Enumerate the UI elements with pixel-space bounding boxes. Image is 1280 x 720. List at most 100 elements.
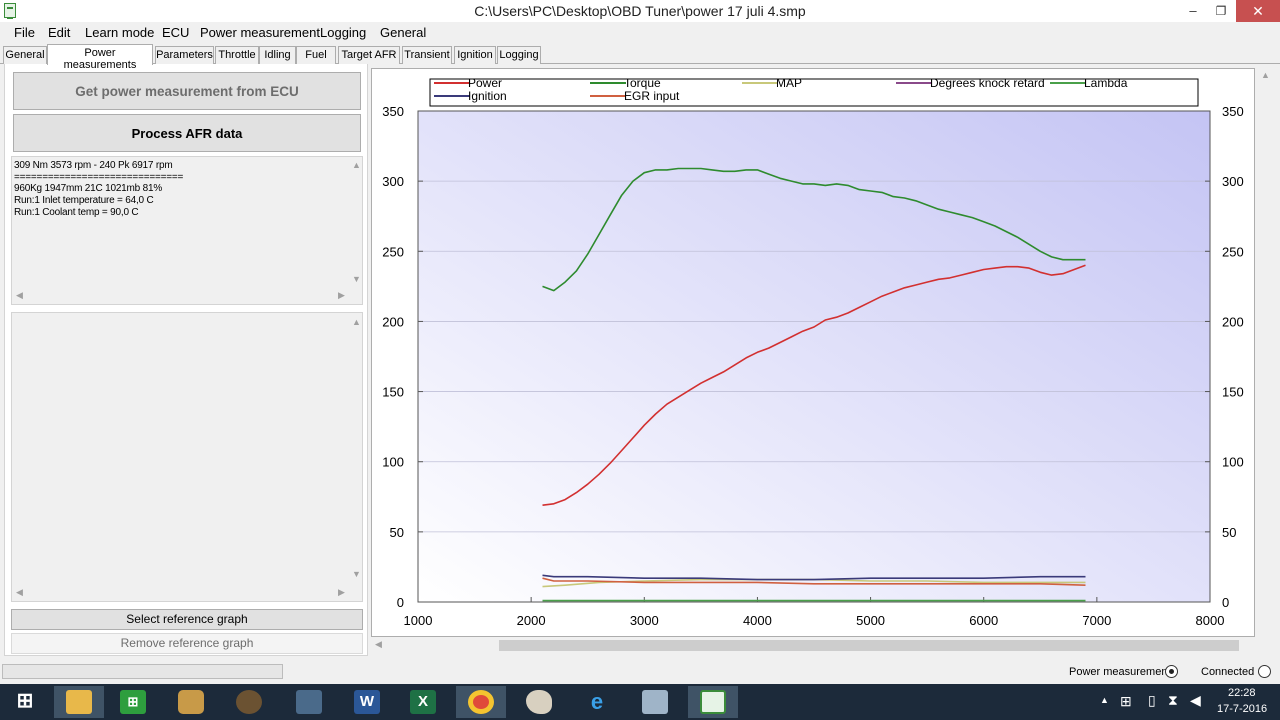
menu-edit[interactable]: Edit xyxy=(48,25,70,40)
title-bar: C:\Users\PC\Desktop\OBD Tuner\power 17 j… xyxy=(0,0,1280,22)
legend-label: EGR input xyxy=(624,89,680,103)
clock-date[interactable]: 17-7-2016 xyxy=(1217,703,1267,715)
tab-parameters[interactable]: Parameters xyxy=(155,46,214,64)
tab-target-afr[interactable]: Target AFR xyxy=(338,46,400,64)
chrome-icon[interactable] xyxy=(456,686,506,718)
scroll-down-icon[interactable]: ▼ xyxy=(352,274,361,284)
info-textbox[interactable]: 309 Nm 3573 rpm - 240 Pk 6917 rpm ======… xyxy=(11,156,363,305)
menu-logging[interactable]: Logging xyxy=(320,25,366,40)
legend-label: Degrees knock retard xyxy=(930,76,1045,90)
x-tick-label: 6000 xyxy=(969,613,998,628)
reference-list[interactable]: ▲ ▼ ◀ ▶ xyxy=(11,312,363,602)
y-tick-label-left: 350 xyxy=(382,104,404,119)
calculator-icon[interactable] xyxy=(630,686,680,718)
x-tick-label: 8000 xyxy=(1196,613,1225,628)
process-afr-button[interactable]: Process AFR data xyxy=(13,114,361,152)
x-tick-label: 2000 xyxy=(517,613,546,628)
y-tick-label-left: 150 xyxy=(382,385,404,400)
y-tick-label-right: 50 xyxy=(1222,525,1236,540)
y-tick-label-left: 300 xyxy=(382,174,404,189)
x-tick-label: 3000 xyxy=(630,613,659,628)
y-tick-label-right: 200 xyxy=(1222,314,1244,329)
y-tick-label-right: 100 xyxy=(1222,455,1244,470)
battery-icon[interactable]: ▯ xyxy=(1148,692,1156,709)
scroll-right-icon[interactable]: ▶ xyxy=(338,587,345,598)
info-line: 960Kg 1947mm 21C 1021mb 81% xyxy=(14,183,163,194)
scrollbar-thumb[interactable] xyxy=(499,640,1239,651)
select-reference-graph-button[interactable]: Select reference graph xyxy=(11,609,363,630)
y-tick-label-left: 100 xyxy=(382,455,404,470)
chart-horizontal-scrollbar[interactable]: ◀ xyxy=(371,637,1255,654)
tray-expand-icon[interactable]: ▲ xyxy=(1100,695,1109,705)
tab-throttle[interactable]: Throttle xyxy=(215,46,259,64)
power-chart[interactable]: Power Torque MAP Degrees knock retard Lambda… xyxy=(371,68,1255,637)
y-tick-label-left: 250 xyxy=(382,244,404,259)
x-tick-label: 7000 xyxy=(1082,613,1111,628)
info-line: 309 Nm 3573 rpm - 240 Pk 6917 rpm xyxy=(14,160,173,171)
scroll-up-icon[interactable]: ▲ xyxy=(1261,70,1270,80)
paint-icon[interactable] xyxy=(514,686,564,718)
tab-power-measurements[interactable]: Power measurements xyxy=(47,44,153,71)
tab-transient[interactable]: Transient xyxy=(402,46,452,64)
network-icon[interactable]: ⊞ xyxy=(1120,693,1132,710)
chart-vertical-scrollbar[interactable]: ▲ xyxy=(1257,68,1274,637)
word-icon[interactable]: W xyxy=(342,686,392,718)
excel-icon[interactable]: X xyxy=(398,686,448,718)
tab-fuel[interactable]: Fuel xyxy=(296,46,336,64)
network-signal-icon[interactable]: ⧗ xyxy=(1168,692,1178,709)
y-tick-label-left: 0 xyxy=(397,595,404,610)
legend-label: Power xyxy=(468,76,502,90)
menu-bar: File Edit Learn mode ECU Power measureme… xyxy=(0,22,1280,44)
menu-general[interactable]: General xyxy=(380,25,426,40)
tab-logging[interactable]: Logging xyxy=(497,46,541,64)
menu-file[interactable]: File xyxy=(14,25,35,40)
scroll-up-icon[interactable]: ▲ xyxy=(352,160,361,170)
legend-label: Torque xyxy=(624,76,661,90)
connected-radio[interactable] xyxy=(1258,665,1271,678)
y-tick-label-right: 0 xyxy=(1222,595,1229,610)
info-line: Run:1 Coolant temp = 90,0 C xyxy=(14,207,139,218)
file-explorer-icon[interactable] xyxy=(54,686,104,718)
tab-general[interactable]: General xyxy=(3,46,47,64)
maximize-button[interactable]: ❐ xyxy=(1206,0,1236,22)
tab-ignition[interactable]: Ignition xyxy=(454,46,496,64)
menu-power-measurement[interactable]: Power measurement xyxy=(200,25,320,40)
obd-tuner-icon[interactable] xyxy=(688,686,738,718)
x-tick-label: 5000 xyxy=(856,613,885,628)
left-panel: Get power measurement from ECU Process A… xyxy=(4,64,368,656)
y-tick-label-left: 200 xyxy=(382,314,404,329)
x-tick-label: 4000 xyxy=(743,613,772,628)
scroll-down-icon[interactable]: ▼ xyxy=(352,569,361,579)
power-measurement-radio[interactable] xyxy=(1165,665,1178,678)
scroll-right-icon[interactable]: ▶ xyxy=(338,290,345,301)
document-app-icon[interactable] xyxy=(284,686,334,718)
y-tick-label-left: 50 xyxy=(390,525,404,540)
status-bar: Power measurement Connected xyxy=(0,660,1280,684)
remove-reference-graph-button[interactable]: Remove reference graph xyxy=(11,633,363,654)
close-button[interactable]: ✕ xyxy=(1236,0,1280,22)
tab-idling[interactable]: Idling xyxy=(259,46,296,64)
clock-time[interactable]: 22:28 xyxy=(1228,687,1256,699)
scroll-left-icon[interactable]: ◀ xyxy=(375,639,382,650)
taskbar: ⊞ ⊞ W X e ▲ ⊞ ▯ ⧗ ◀ 22:28 17-7-2016 xyxy=(0,684,1280,720)
get-power-measurement-button[interactable]: Get power measurement from ECU xyxy=(13,72,361,110)
scroll-up-icon[interactable]: ▲ xyxy=(352,317,361,327)
menu-ecu[interactable]: ECU xyxy=(162,25,189,40)
scroll-left-icon[interactable]: ◀ xyxy=(16,290,23,301)
scroll-left-icon[interactable]: ◀ xyxy=(16,587,23,598)
volume-icon[interactable]: ◀ xyxy=(1190,692,1201,709)
legend-label: Ignition xyxy=(468,89,507,103)
y-tick-label-right: 350 xyxy=(1222,104,1244,119)
internet-explorer-icon[interactable]: e xyxy=(572,686,622,718)
windows-start-icon[interactable]: ⊞ xyxy=(0,686,50,718)
x-tick-label: 1000 xyxy=(404,613,433,628)
minimize-button[interactable]: – xyxy=(1176,0,1210,22)
power-measurement-label: Power measurement xyxy=(1069,666,1171,678)
store-icon[interactable]: ⊞ xyxy=(108,686,158,718)
progress-bar xyxy=(2,664,283,679)
menu-learn-mode[interactable]: Learn mode xyxy=(85,25,154,40)
speaker-app-icon[interactable] xyxy=(224,686,274,718)
legend-label: Lambda xyxy=(1084,76,1128,90)
photo-app-icon[interactable] xyxy=(166,686,216,718)
chart-canvas: Power Torque MAP Degrees knock retard Lambda… xyxy=(382,76,1244,628)
